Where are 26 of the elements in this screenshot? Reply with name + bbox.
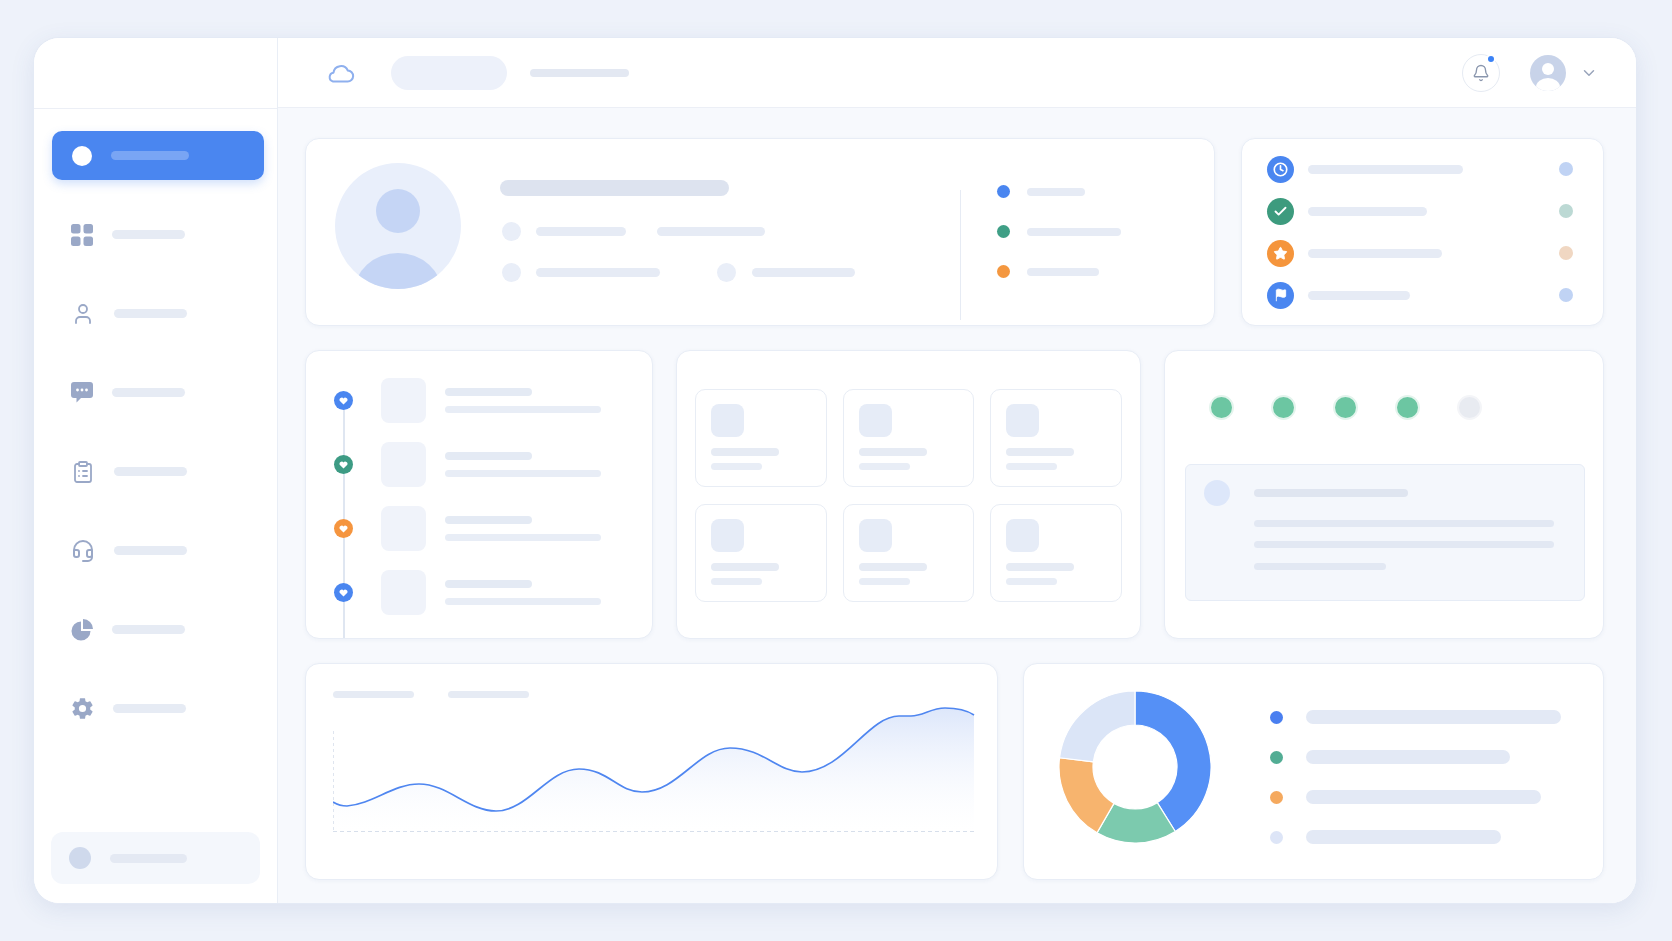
thumbnail-placeholder [858,519,892,552]
avatar-icon [335,163,461,289]
thumbnail-placeholder [858,404,892,437]
tile[interactable] [842,504,975,602]
settings-icon [71,697,94,720]
tile[interactable] [695,389,827,487]
clipboard-icon [71,459,95,484]
avatar-icon[interactable] [1530,54,1566,91]
thumbnail-placeholder [711,404,744,437]
thumbnail-placeholder [711,519,744,552]
tile[interactable] [990,389,1122,487]
circle-icon [72,145,92,166]
chat-icon [71,382,93,403]
notifications-button[interactable] [1462,53,1500,92]
bell-icon [1472,63,1490,82]
user-panel[interactable] [51,832,260,884]
grid-icon [71,223,93,246]
tile[interactable] [695,504,827,602]
headset-icon [71,538,95,563]
tile[interactable] [842,389,975,487]
avatar-icon [69,847,91,869]
nav-item[interactable] [52,131,264,180]
pie-chart-icon [71,618,93,641]
thumbnail-placeholder [1006,519,1040,552]
thumbnail-placeholder [1006,404,1040,437]
tile[interactable] [990,504,1122,602]
